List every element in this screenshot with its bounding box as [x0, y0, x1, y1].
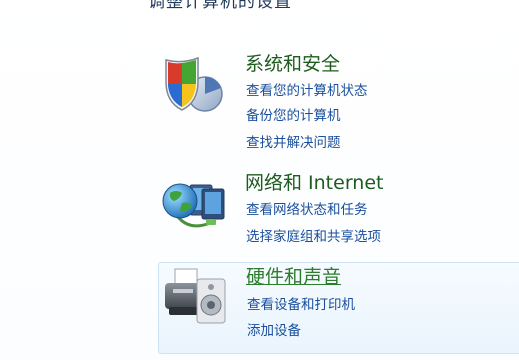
link-network-status[interactable]: 查看网络状态和任务: [246, 201, 368, 219]
link-view-computer-status[interactable]: 查看您的计算机状态: [246, 82, 368, 100]
category-title-hardware-sound[interactable]: 硬件和声音: [246, 265, 341, 289]
printer-speaker-icon[interactable]: [161, 267, 231, 329]
category-network-internet: 网络和 Internet 查看网络状态和任务 选择家庭组和共享选项: [158, 171, 519, 251]
category-system-security: 系统和安全 查看您的计算机状态 备份您的计算机 查找并解决问题: [158, 52, 519, 162]
category-title-network-internet[interactable]: 网络和 Internet: [245, 171, 383, 195]
link-add-device[interactable]: 添加设备: [247, 322, 301, 340]
link-homegroup-sharing[interactable]: 选择家庭组和共享选项: [246, 228, 381, 246]
control-panel-page: 调整计算机的设置 系统和安全 查看您的计算机状态 备份您的计算机 查找并解决问题…: [0, 0, 519, 360]
link-backup-computer[interactable]: 备份您的计算机: [246, 107, 341, 125]
link-devices-printers[interactable]: 查看设备和打印机: [247, 296, 355, 314]
page-title: 调整计算机的设置: [148, 0, 292, 12]
network-globe-icon[interactable]: [160, 173, 230, 235]
category-title-system-security[interactable]: 系统和安全: [245, 52, 340, 76]
category-hardware-sound[interactable]: 硬件和声音 查看设备和打印机 添加设备: [158, 262, 519, 354]
link-troubleshoot[interactable]: 查找并解决问题: [246, 134, 341, 152]
shield-icon[interactable]: [160, 54, 230, 116]
